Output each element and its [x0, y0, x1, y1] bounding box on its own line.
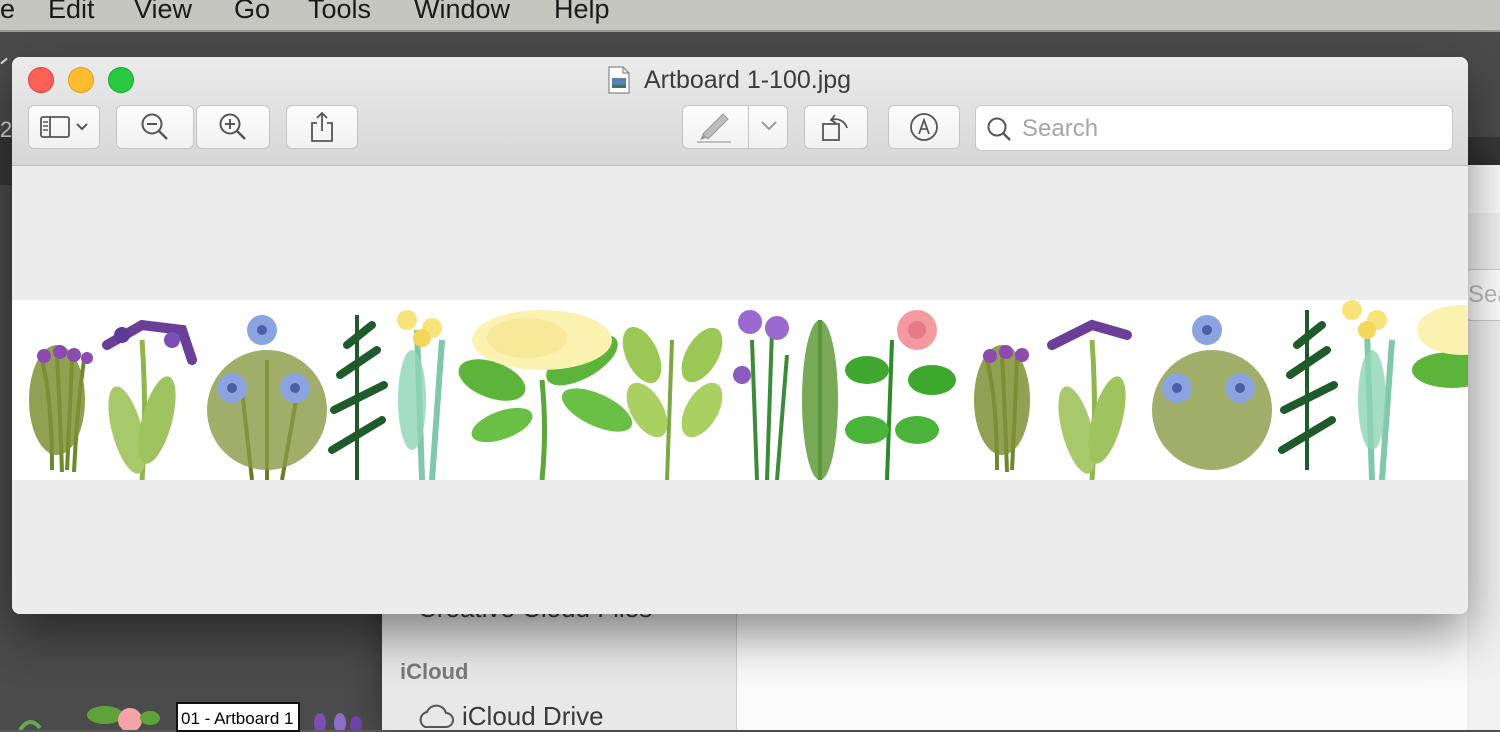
search-icon [987, 117, 1011, 141]
rose-basil-plant [845, 310, 956, 480]
highlight-separator [748, 105, 749, 149]
menu-tools[interactable]: Tools [308, 0, 371, 25]
sage-plant [1047, 319, 1132, 480]
thumbnail-label[interactable]: 01 - Artboard 1 [176, 702, 300, 732]
search-input[interactable] [1020, 112, 1444, 146]
sidebar-icon [40, 116, 88, 138]
menu-edit[interactable]: Edit [48, 0, 95, 25]
yarrow-plant [397, 310, 445, 480]
rosemary-plant [328, 315, 388, 480]
finder-search-field[interactable]: Sea [1465, 269, 1500, 321]
search-field[interactable] [975, 105, 1453, 151]
menu-bar: e Edit View Go Tools Window Help [0, 0, 1500, 32]
yarrow-plant [1342, 300, 1395, 480]
elderflower-plant [458, 310, 633, 480]
zoom-in-button[interactable] [196, 105, 270, 149]
preview-window: Artboard 1-100.jpg [12, 57, 1468, 614]
menu-file[interactable]: e [0, 0, 15, 25]
markup-pen-icon [910, 113, 938, 141]
zoom-out-button[interactable] [116, 105, 194, 149]
menu-view[interactable]: View [134, 0, 192, 25]
chevron-down-icon [761, 121, 777, 131]
minimize-button[interactable] [68, 67, 94, 93]
window-title-text: Artboard 1-100.jpg [644, 65, 852, 94]
document-view [12, 166, 1468, 614]
zoom-out-icon [141, 113, 168, 140]
menu-help[interactable]: Help [554, 0, 610, 25]
maximize-button[interactable] [108, 67, 134, 93]
rosemary-plant [1278, 310, 1338, 470]
title-bar: Artboard 1-100.jpg [12, 57, 1468, 166]
elderflower-plant [1412, 305, 1468, 388]
share-icon [311, 111, 333, 142]
highlight-menu-chevron[interactable] [754, 117, 784, 137]
share-button[interactable] [286, 105, 358, 149]
menu-go[interactable]: Go [234, 0, 270, 25]
sidebar-toggle-button[interactable] [28, 105, 100, 149]
lavender-plant [974, 345, 1030, 473]
document-image [12, 300, 1468, 480]
sage-plant [102, 319, 197, 480]
markup-button[interactable] [888, 105, 960, 149]
highlighter-icon [697, 113, 731, 143]
mint-plant [622, 326, 723, 480]
zoom-in-icon [219, 113, 246, 140]
jpg-file-icon [608, 66, 630, 94]
sidebar-heading-icloud: iCloud [400, 659, 469, 684]
rotate-icon [822, 114, 848, 141]
background-label: 2 [0, 117, 13, 142]
window-title: Artboard 1-100.jpg [608, 63, 851, 97]
borage-plant [207, 315, 327, 480]
rotate-button[interactable] [804, 105, 868, 149]
herbs-illustration [29, 300, 1468, 480]
borage-plant [1152, 315, 1272, 470]
lavender-plant [29, 345, 93, 473]
close-button[interactable] [28, 67, 54, 93]
menu-window[interactable]: Window [414, 0, 510, 25]
chives-plant [733, 310, 789, 480]
sidebar-item-icloud-drive[interactable]: iCloud Drive [462, 701, 604, 732]
fern-plant [802, 320, 838, 480]
cloud-icon [419, 704, 454, 728]
